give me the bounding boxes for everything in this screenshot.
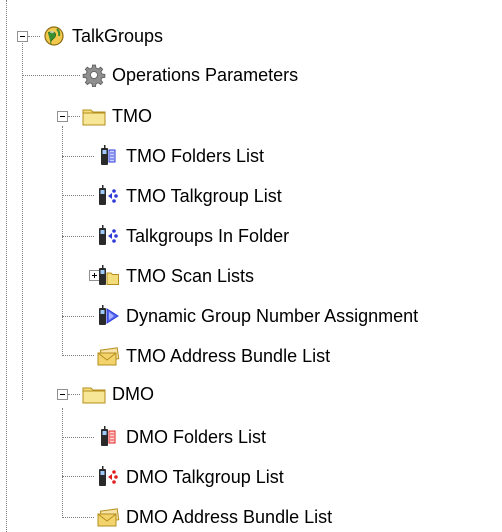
envelope-bundle-icon xyxy=(96,505,120,529)
tree-node-dmo-folders-list[interactable]: DMO Folders List xyxy=(96,422,266,452)
radio-folder-icon xyxy=(96,425,120,449)
tree-connector xyxy=(62,156,94,157)
tree-node-tmo[interactable]: TMO xyxy=(82,101,152,131)
radio-folder-icon xyxy=(96,144,120,168)
tree-node-tmo-folders-list[interactable]: TMO Folders List xyxy=(96,141,264,171)
tree-node-label: TMO xyxy=(112,106,152,126)
tree-node-label: Talkgroups In Folder xyxy=(126,226,290,246)
tree-node-label: TMO Talkgroup List xyxy=(126,186,282,206)
tree-node-label: DMO Folders List xyxy=(126,427,267,447)
dmo-collapse-toggle[interactable] xyxy=(57,389,68,400)
tree-node-label: TalkGroups xyxy=(72,26,164,46)
tree-connector xyxy=(68,394,80,395)
tree-node-label: DMO xyxy=(112,384,154,404)
tree-node-dmo-talkgroup-list[interactable]: DMO Talkgroup List xyxy=(96,462,284,492)
tree-connector xyxy=(62,437,94,438)
tree-node-tmo-scan-lists[interactable]: TMO Scan Lists xyxy=(96,261,254,291)
radio-dgna-icon xyxy=(96,304,120,328)
tree-node-dynamic-group-number-assignment[interactable]: Dynamic Group Number Assignment xyxy=(96,301,418,331)
tree-node-label: Operations Parameters xyxy=(112,65,299,85)
tree-connector xyxy=(62,476,94,477)
envelope-bundle-icon xyxy=(96,344,120,368)
tree-node-operations-parameters[interactable]: Operations Parameters xyxy=(82,60,298,90)
tree-connector xyxy=(62,408,63,518)
tree-connector xyxy=(28,36,40,37)
tree-node-label: DMO Address Bundle List xyxy=(126,507,333,527)
radio-talkgroup-icon xyxy=(96,465,120,489)
tree-node-talkgroups-in-folder[interactable]: Talkgroups In Folder xyxy=(96,221,289,251)
radio-talkgroup-icon xyxy=(96,184,120,208)
tree-connector xyxy=(68,116,80,117)
tree-connector xyxy=(62,316,94,317)
tree-node-label: TMO Scan Lists xyxy=(126,266,255,286)
folder-icon xyxy=(82,104,106,128)
tree-node-label: DMO Talkgroup List xyxy=(126,467,284,487)
tree-connector xyxy=(62,126,63,356)
tree-node-talkgroups[interactable]: TalkGroups xyxy=(42,21,163,51)
tree-connector xyxy=(22,40,23,400)
tree-connector xyxy=(62,355,94,356)
tree-node-dmo[interactable]: DMO xyxy=(82,379,154,409)
gear-icon xyxy=(82,63,106,87)
tree-node-tmo-address-bundle-list[interactable]: TMO Address Bundle List xyxy=(96,341,330,371)
talkgroups-collapse-toggle[interactable] xyxy=(17,31,28,42)
tree-node-tmo-talkgroup-list[interactable]: TMO Talkgroup List xyxy=(96,181,282,211)
tree-connector xyxy=(62,236,94,237)
talkgroups-tree: TalkGroups Operations Parameters TMO TMO… xyxy=(0,0,502,532)
tmo-collapse-toggle[interactable] xyxy=(57,111,68,122)
tree-node-label: TMO Folders List xyxy=(126,146,265,166)
folder-icon xyxy=(82,382,106,406)
tree-node-dmo-address-bundle-list[interactable]: DMO Address Bundle List xyxy=(96,502,332,532)
radio-scan-icon xyxy=(96,264,120,288)
tree-connector xyxy=(62,517,94,518)
tree-node-label: TMO Address Bundle List xyxy=(126,346,331,366)
radio-talkgroup-icon xyxy=(96,224,120,248)
tree-connector xyxy=(6,0,7,532)
talkgroups-globe-icon xyxy=(42,24,66,48)
tree-connector xyxy=(22,75,80,76)
tree-node-label: Dynamic Group Number Assignment xyxy=(126,306,419,326)
tree-connector xyxy=(62,195,94,196)
